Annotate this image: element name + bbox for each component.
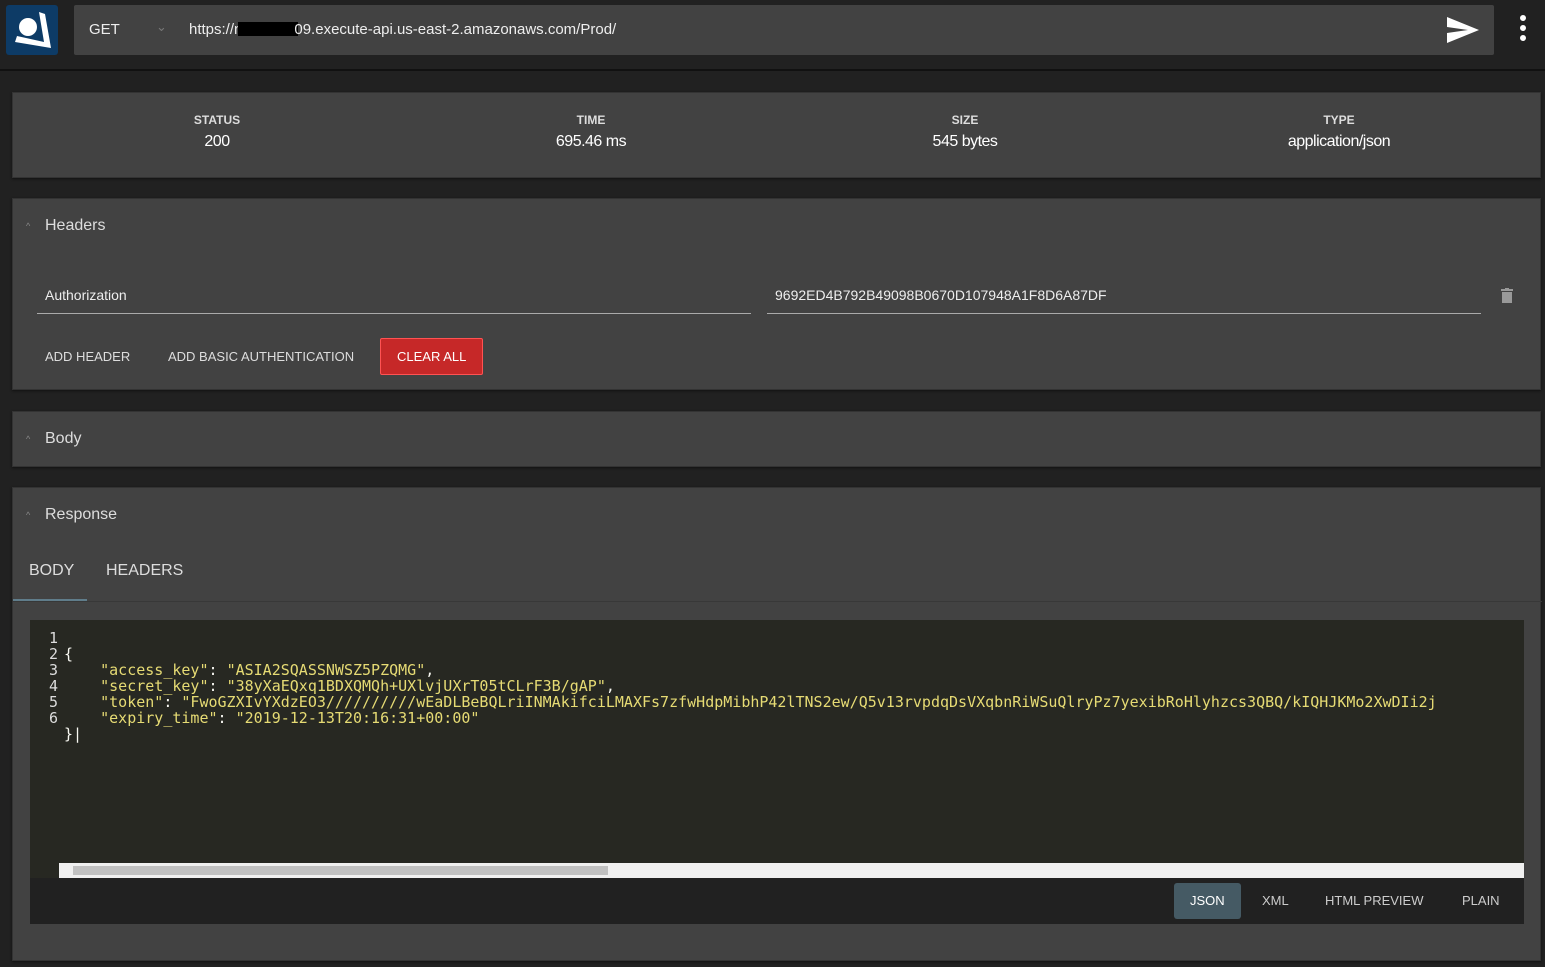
- format-xml-button[interactable]: XML: [1246, 883, 1305, 919]
- url-suffix: 09.execute-api.us-east-2.amazonaws.com/P…: [294, 21, 617, 38]
- request-bar: GET ⌄ https://n 09.execute-api.us-east-2.…: [74, 5, 1494, 55]
- stat-value: 695.46 ms: [555, 133, 627, 150]
- tab-body[interactable]: BODY: [29, 562, 74, 580]
- code-line: "expiry_time": "2019-12-13T20:16:31+00:0…: [100, 709, 480, 727]
- delete-icon[interactable]: [1501, 288, 1513, 303]
- stat-label: SIZE: [951, 113, 979, 127]
- chevron-down-icon[interactable]: ⌄: [156, 19, 167, 35]
- collapse-icon[interactable]: ^: [26, 434, 30, 444]
- line-number: 1: [48, 629, 58, 647]
- tab-divider: [13, 601, 1542, 602]
- collapse-icon[interactable]: ^: [26, 510, 30, 520]
- stat-label: TIME: [576, 113, 606, 127]
- horizontal-scrollbar[interactable]: [59, 863, 1524, 878]
- tab-headers[interactable]: HEADERS: [106, 562, 183, 580]
- code-line: }|: [64, 725, 83, 743]
- format-bar: JSON XML HTML PREVIEW PLAIN: [30, 878, 1524, 924]
- header-key-input[interactable]: Authorization: [37, 279, 751, 314]
- response-title[interactable]: Response: [45, 506, 117, 524]
- format-plain-button[interactable]: PLAIN: [1446, 883, 1516, 919]
- scrollbar-thumb[interactable]: [73, 866, 608, 875]
- line-number: 4: [48, 677, 58, 695]
- url-prefix: https://n: [189, 21, 243, 38]
- code-content: { "access_key": "ASIA2SQASSNWSZ5PZQMG", …: [64, 630, 1437, 742]
- method-select[interactable]: GET: [89, 21, 120, 38]
- code-line: "token": "FwoGZXIvYXdzEO3//////////wEaDL…: [100, 693, 1437, 711]
- line-number: 5: [48, 693, 58, 711]
- format-html-preview-button[interactable]: HTML PREVIEW: [1309, 883, 1439, 919]
- code-line: "secret_key": "38yXaEQxq1BDXQMQh+UXlvjUX…: [100, 677, 615, 695]
- stat-status: STATUS 200: [117, 113, 317, 151]
- top-bar: GET ⌄ https://n 09.execute-api.us-east-2.…: [0, 0, 1545, 71]
- stat-label: TYPE: [1323, 113, 1355, 127]
- add-basic-auth-button[interactable]: ADD BASIC AUTHENTICATION: [160, 338, 362, 375]
- send-icon[interactable]: [1446, 15, 1480, 45]
- collapse-icon[interactable]: ^: [26, 221, 30, 231]
- stat-value: 545 bytes: [932, 133, 998, 150]
- stat-size: SIZE 545 bytes: [865, 113, 1065, 151]
- response-panel: ^ Response BODY HEADERS 123456 { "access…: [12, 487, 1542, 961]
- header-value-input[interactable]: 9692ED4B792B49098B0670D107948A1F8D6A87DF: [767, 279, 1481, 314]
- code-line: "access_key": "ASIA2SQASSNWSZ5PZQMG",: [100, 661, 435, 679]
- stat-value: application/json: [1287, 133, 1391, 150]
- status-panel: STATUS 200 TIME 695.46 ms SIZE 545 bytes TY…: [12, 92, 1541, 178]
- add-header-button[interactable]: ADD HEADER: [37, 338, 138, 375]
- url-input[interactable]: https://n 09.execute-api.us-east-2.amazon…: [189, 21, 616, 38]
- line-number: 3: [48, 661, 58, 679]
- body-title[interactable]: Body: [45, 430, 81, 448]
- line-number: 2: [48, 645, 58, 663]
- headers-panel: ^ Headers Authorization 9692ED4B792B4909…: [12, 198, 1541, 390]
- app-logo: [6, 5, 58, 55]
- response-editor[interactable]: 123456 { "access_key": "ASIA2SQASSNWSZ5P…: [30, 620, 1524, 878]
- stat-type: TYPE application/json: [1239, 113, 1439, 151]
- more-vert-icon[interactable]: [1518, 14, 1528, 44]
- redaction-box: [238, 22, 299, 36]
- clear-all-button[interactable]: CLEAR ALL: [380, 338, 484, 375]
- stat-time: TIME 695.46 ms: [491, 113, 691, 151]
- line-numbers: 123456: [30, 630, 58, 726]
- stat-label: STATUS: [193, 113, 241, 127]
- body-panel: ^ Body: [12, 411, 1541, 467]
- line-number: 6: [48, 709, 58, 727]
- code-line: {: [64, 645, 74, 663]
- stat-value: 200: [204, 133, 230, 150]
- headers-title[interactable]: Headers: [45, 217, 105, 235]
- format-json-button[interactable]: JSON: [1174, 883, 1241, 919]
